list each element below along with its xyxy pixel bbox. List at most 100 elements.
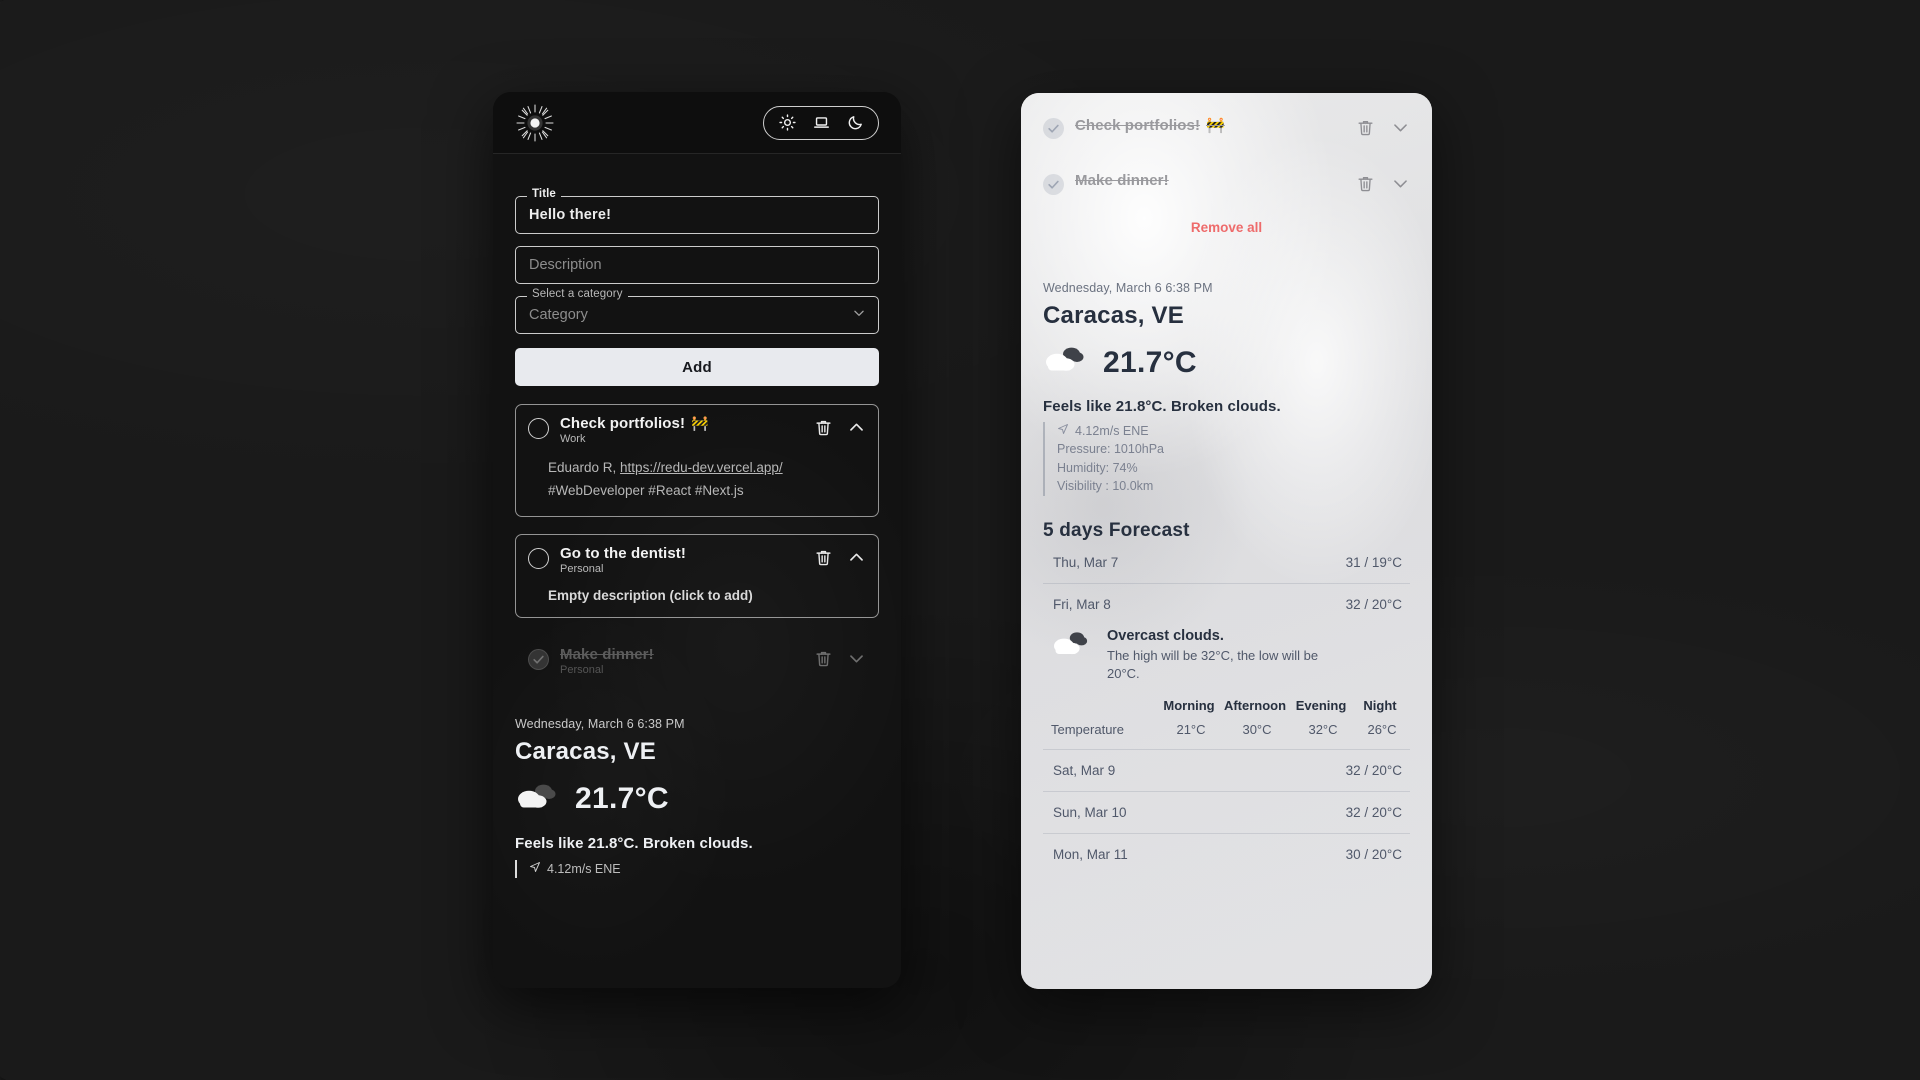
forecast-col-evening: Evening — [1295, 698, 1347, 714]
moon-icon[interactable] — [838, 107, 872, 139]
broken-clouds-icon — [1043, 343, 1087, 382]
forecast-summary-text: The high will be 32°C, the low will be 2… — [1107, 647, 1319, 682]
trash-icon[interactable] — [1356, 174, 1375, 193]
construction-emoji-icon: 🚧 — [691, 415, 709, 431]
todo-title-row: Make dinner! — [1075, 172, 1345, 189]
forecast-title: 5 days Forecast — [1043, 519, 1190, 541]
weather-metrics: 4.12m/s ENE Pressure: 1010hPa Humidity: … — [1043, 422, 1410, 496]
weather-feels-like: Feels like 21.8°C. Broken clouds. — [1043, 398, 1281, 415]
trash-icon[interactable] — [1356, 118, 1375, 137]
todo-checkbox[interactable] — [1043, 118, 1064, 139]
forecast-row[interactable]: Mon, Mar 11 30 / 20°C — [1043, 834, 1410, 875]
title-field-legend: Title — [527, 188, 561, 200]
todo-texts: Check portfolios! 🚧 — [1075, 116, 1345, 135]
weather-city: Caracas, VE — [1043, 302, 1184, 329]
todo-title-row: Check portfolios! 🚧 — [1075, 116, 1345, 135]
todo-texts: Go to the dentist! Personal — [560, 545, 803, 575]
forecast-row[interactable]: Thu, Mar 7 31 / 19°C — [1043, 542, 1410, 584]
weather-temp-row: 21.7°C — [515, 780, 879, 819]
todo-description[interactable]: Eduardo R, https://redu-dev.vercel.app/ … — [528, 458, 866, 502]
weather-datetime: Wednesday, March 6 6:38 PM — [515, 716, 685, 731]
chevron-up-icon[interactable] — [847, 418, 866, 437]
trash-icon[interactable] — [814, 548, 833, 567]
todo-description-link[interactable]: https://redu-dev.vercel.app/ — [620, 460, 783, 475]
todo-app-card-light: Check portfolios! 🚧 Make dinner! Remove … — [1021, 93, 1432, 989]
todo-item[interactable]: Check portfolios! 🚧 — [1043, 109, 1410, 146]
category-field-legend: Select a category — [527, 288, 628, 300]
forecast-temp-evening: 32°C — [1308, 722, 1338, 738]
weather-city: Caracas, VE — [515, 737, 656, 765]
todo-checkbox[interactable] — [528, 547, 549, 569]
todo-checkbox[interactable] — [1043, 174, 1064, 195]
forecast-highlow: 30 / 20°C — [1345, 847, 1402, 863]
remove-all-button[interactable]: Remove all — [1043, 220, 1410, 235]
weather-wind-row: 4.12m/s ENE — [1057, 422, 1410, 440]
construction-emoji-icon: 🚧 — [1206, 117, 1225, 134]
todo-texts: Make dinner! Personal — [560, 646, 803, 676]
chevron-down-icon[interactable] — [1391, 118, 1410, 137]
title-field-wrapper: Title Hello there! — [515, 188, 879, 234]
todo-title: Make dinner! — [1075, 172, 1169, 189]
forecast-detail: Overcast clouds. The high will be 32°C, … — [1043, 618, 1410, 751]
forecast-row[interactable]: Sun, Mar 10 32 / 20°C — [1043, 792, 1410, 835]
todo-actions — [814, 545, 866, 567]
todo-category: Personal — [560, 663, 604, 676]
todo-checkbox[interactable] — [528, 648, 549, 670]
forecast-row[interactable]: Fri, Mar 8 32 / 20°C — [1043, 584, 1410, 618]
weather-widget-light: Wednesday, March 6 6:38 PM Caracas, VE 2… — [1043, 281, 1410, 875]
todo-actions — [1356, 116, 1410, 137]
add-button[interactable]: Add — [515, 348, 879, 386]
forecast-highlow: 31 / 19°C — [1345, 554, 1402, 570]
todo-item[interactable]: Make dinner! Personal — [515, 635, 879, 691]
weather-feels-like: Feels like 21.8°C. Broken clouds. — [515, 834, 753, 852]
todo-category: Work — [560, 433, 586, 445]
theme-toggle[interactable] — [763, 105, 879, 140]
title-input[interactable]: Hello there! — [515, 196, 879, 234]
todo-app-card-dark: Title Hello there! Description Select a … — [493, 92, 901, 988]
forecast-highlow: 32 / 20°C — [1345, 805, 1402, 821]
description-input[interactable]: Description — [515, 246, 879, 284]
chevron-down-icon[interactable] — [1391, 174, 1410, 193]
forecast-col-night: Night — [1363, 698, 1397, 714]
forecast-highlow: 32 / 20°C — [1345, 596, 1402, 612]
category-select[interactable]: Category — [515, 296, 879, 334]
weather-metrics: 4.12m/s ENE — [515, 859, 879, 878]
todo-header: Go to the dentist! Personal — [528, 545, 866, 575]
todo-texts: Make dinner! — [1075, 172, 1345, 189]
light-panel-body: Check portfolios! 🚧 Make dinner! Remove … — [1021, 93, 1432, 989]
category-field-wrapper: Select a category Category — [515, 288, 879, 334]
todo-empty-description[interactable]: Empty description (click to add) — [528, 588, 866, 603]
weather-temperature: 21.7°C — [1103, 345, 1197, 379]
todo-checkbox[interactable] — [528, 418, 549, 439]
navigation-arrow-icon — [529, 860, 541, 878]
chevron-down-icon[interactable] — [847, 649, 866, 668]
todo-item[interactable]: Make dinner! — [1043, 165, 1410, 202]
forecast-temp-afternoon: 30°C — [1242, 722, 1272, 738]
chevron-down-icon — [852, 306, 866, 325]
weather-wind: 4.12m/s ENE — [1075, 424, 1149, 438]
forecast-day: Sun, Mar 10 — [1053, 805, 1127, 821]
weather-temp-row: 21.7°C — [1043, 343, 1410, 382]
sun-icon[interactable] — [770, 107, 804, 139]
chevron-up-icon[interactable] — [847, 548, 866, 567]
forecast-table-row: Temperature 21°C 30°C 32°C 26°C — [1045, 722, 1408, 737]
weather-wind-row: 4.12m/s ENE — [529, 860, 879, 878]
navigation-arrow-icon — [1057, 422, 1069, 440]
trash-icon[interactable] — [814, 418, 833, 437]
sunburst-logo — [515, 103, 555, 143]
todo-item[interactable]: Check portfolios! 🚧 Work Eduardo R, http… — [515, 404, 879, 517]
laptop-icon[interactable] — [804, 107, 838, 139]
weather-visibility: Visibility : 10.0km — [1057, 479, 1154, 494]
completed-todo-list: Check portfolios! 🚧 Make dinner! — [1043, 109, 1410, 202]
trash-icon[interactable] — [814, 649, 833, 668]
forecast-highlow: 32 / 20°C — [1345, 763, 1402, 779]
forecast-row-label: Temperature — [1051, 722, 1124, 738]
todo-list: Check portfolios! 🚧 Work Eduardo R, http… — [515, 404, 879, 691]
forecast-row[interactable]: Sat, Mar 9 32 / 20°C — [1043, 750, 1410, 793]
weather-widget-dark: Wednesday, March 6 6:38 PM Caracas, VE 2… — [515, 717, 879, 878]
todo-category: Personal — [560, 562, 604, 575]
todo-title: Make dinner! — [560, 645, 654, 663]
forecast-detail-text: Overcast clouds. The high will be 32°C, … — [1107, 628, 1337, 685]
forecast-detail-summary: Overcast clouds. The high will be 32°C, … — [1045, 622, 1408, 685]
todo-item[interactable]: Go to the dentist! Personal Empty descri… — [515, 533, 879, 618]
